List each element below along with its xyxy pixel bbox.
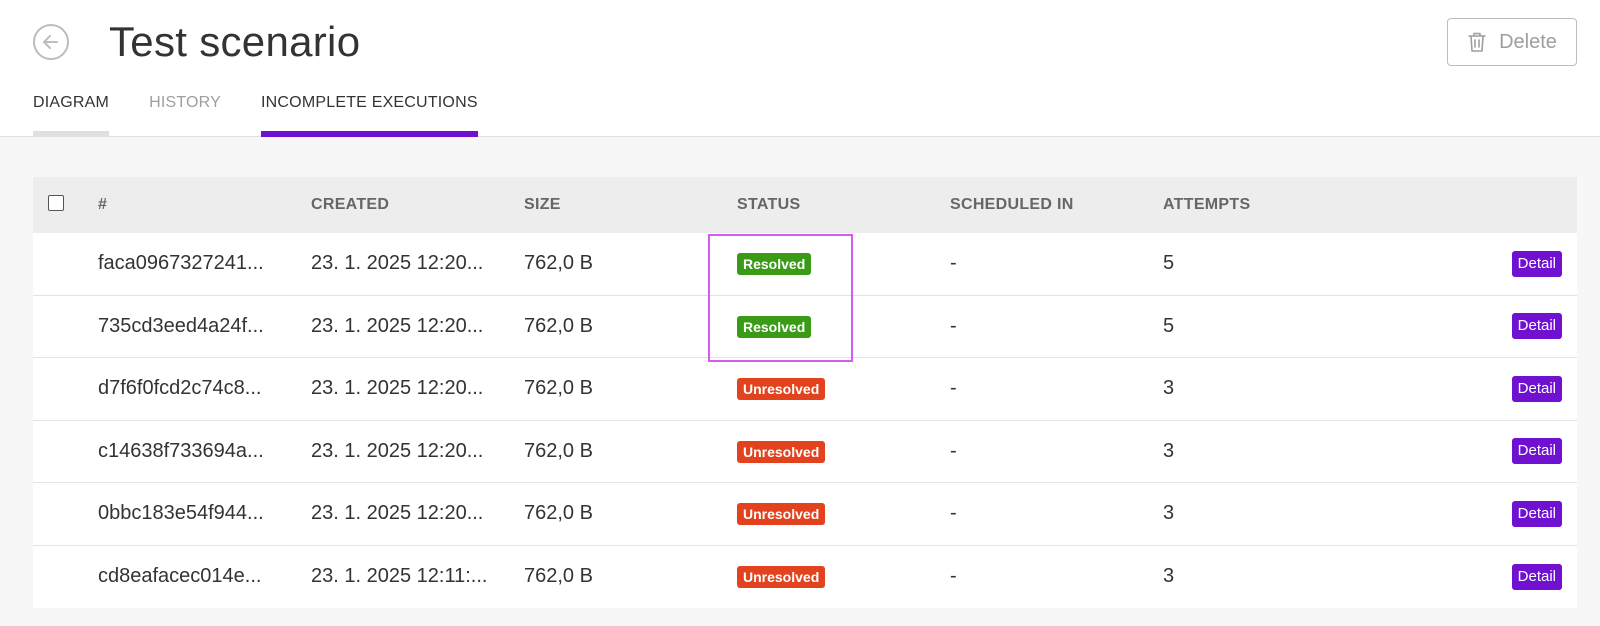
column-header-scheduled-in[interactable]: SCHEDULED IN [950, 196, 1163, 214]
table-row[interactable]: faca0967327241... 23. 1. 2025 12:20... 7… [33, 233, 1577, 296]
table-header: # CREATED SIZE STATUS SCHEDULED IN ATTEM… [33, 177, 1577, 233]
select-all-checkbox[interactable] [47, 195, 64, 211]
status-badge: Resolved [737, 315, 812, 338]
tab-label: HISTORY [149, 94, 222, 111]
cell-id: faca0967327241... [98, 252, 264, 275]
tab-active-underline [261, 131, 478, 137]
page-header: Test scenario Delete DIAGRAM HISTORY INC… [0, 0, 1600, 137]
tab-diagram[interactable]: DIAGRAM [33, 94, 110, 137]
tab-bar: DIAGRAM HISTORY INCOMPLETE EXECUTIONS [33, 94, 478, 137]
detail-button[interactable]: Detail [1511, 500, 1562, 527]
delete-label: Delete [1499, 30, 1557, 53]
table-row[interactable]: d7f6f0fcd2c74c8... 23. 1. 2025 12:20... … [33, 358, 1577, 421]
detail-button[interactable]: Detail [1511, 438, 1562, 465]
tab-incomplete-executions[interactable]: INCOMPLETE EXECUTIONS [261, 94, 478, 137]
cell-created: 23. 1. 2025 12:20... [311, 377, 484, 400]
detail-button[interactable]: Detail [1511, 313, 1562, 340]
table-row[interactable]: 0bbc183e54f944... 23. 1. 2025 12:20... 7… [33, 483, 1577, 546]
column-header-id[interactable]: # [98, 196, 311, 214]
column-header-created[interactable]: CREATED [311, 196, 524, 214]
cell-attempts: 3 [1163, 502, 1175, 525]
cell-size: 762,0 B [524, 565, 593, 588]
cell-id: 735cd3eed4a24f... [98, 314, 264, 337]
column-header-status[interactable]: STATUS [737, 196, 950, 214]
detail-button[interactable]: Detail [1511, 375, 1562, 402]
cell-scheduled-in: - [950, 314, 957, 337]
detail-button[interactable]: Detail [1511, 250, 1562, 277]
cell-attempts: 3 [1163, 439, 1175, 462]
back-button[interactable] [33, 24, 69, 60]
cell-attempts: 5 [1163, 314, 1175, 337]
cell-id: cd8eafacec014e... [98, 565, 262, 588]
cell-scheduled-in: - [950, 252, 957, 275]
cell-created: 23. 1. 2025 12:11:... [311, 565, 488, 588]
cell-scheduled-in: - [950, 502, 957, 525]
status-badge: Resolved [737, 253, 812, 276]
detail-button[interactable]: Detail [1511, 563, 1562, 590]
status-badge: Unresolved [737, 503, 826, 526]
cell-size: 762,0 B [524, 439, 593, 462]
cell-attempts: 5 [1163, 252, 1175, 275]
cell-created: 23. 1. 2025 12:20... [311, 314, 484, 337]
cell-attempts: 3 [1163, 565, 1175, 588]
cell-attempts: 3 [1163, 377, 1175, 400]
cell-id: d7f6f0fcd2c74c8... [98, 377, 262, 400]
cell-scheduled-in: - [950, 565, 957, 588]
page-title: Test scenario [109, 18, 361, 65]
table-row[interactable]: cd8eafacec014e... 23. 1. 2025 12:11:... … [33, 545, 1577, 608]
delete-button[interactable]: Delete [1447, 18, 1577, 66]
tab-underline [33, 131, 110, 137]
status-badge: Unresolved [737, 378, 826, 401]
cell-size: 762,0 B [524, 252, 593, 275]
executions-table: # CREATED SIZE STATUS SCHEDULED IN ATTEM… [33, 177, 1577, 608]
cell-id: c14638f733694a... [98, 439, 264, 462]
cell-size: 762,0 B [524, 314, 593, 337]
table-row[interactable]: c14638f733694a... 23. 1. 2025 12:20... 7… [33, 420, 1577, 483]
cell-created: 23. 1. 2025 12:20... [311, 252, 484, 275]
trash-icon [1468, 32, 1486, 52]
cell-created: 23. 1. 2025 12:20... [311, 502, 484, 525]
cell-scheduled-in: - [950, 377, 957, 400]
status-badge: Unresolved [737, 566, 826, 589]
cell-scheduled-in: - [950, 439, 957, 462]
cell-id: 0bbc183e54f944... [98, 502, 264, 525]
cell-created: 23. 1. 2025 12:20... [311, 439, 484, 462]
tab-history[interactable]: HISTORY [149, 94, 221, 137]
tab-label: DIAGRAM [33, 94, 110, 111]
arrow-left-icon [43, 35, 58, 49]
cell-size: 762,0 B [524, 502, 593, 525]
tab-label: INCOMPLETE EXECUTIONS [261, 94, 478, 111]
table-row[interactable]: 735cd3eed4a24f... 23. 1. 2025 12:20... 7… [33, 295, 1577, 358]
column-header-attempts[interactable]: ATTEMPTS [1163, 196, 1376, 214]
status-badge: Unresolved [737, 440, 826, 463]
cell-size: 762,0 B [524, 377, 593, 400]
column-header-size[interactable]: SIZE [524, 196, 737, 214]
